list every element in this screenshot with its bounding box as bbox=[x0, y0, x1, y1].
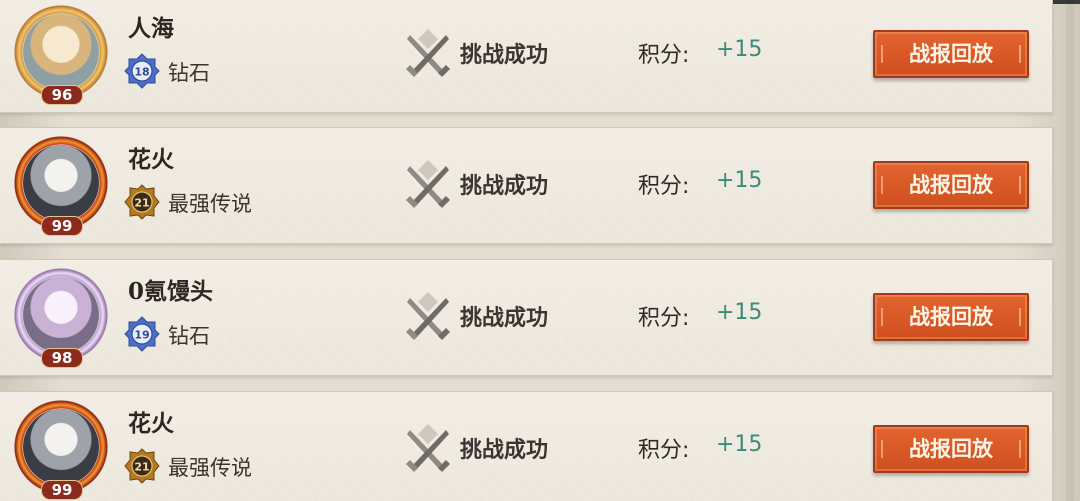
portrait-image bbox=[23, 276, 99, 353]
battle-result: 挑战成功 bbox=[460, 305, 549, 331]
rank-name: 钻石 bbox=[168, 324, 210, 348]
player-avatar[interactable]: 96 bbox=[14, 4, 108, 105]
score-value: +15 bbox=[716, 300, 763, 325]
player-name: 花火 bbox=[128, 410, 174, 437]
battle-record-screen: 96 人海 18 钻石 挑战成功 积分: +15 战报回放 99 花火 21 最… bbox=[0, 0, 1080, 501]
rank-name: 最强传说 bbox=[168, 192, 252, 216]
portrait-image bbox=[23, 144, 99, 221]
battle-replay-button[interactable]: 战报回放 bbox=[873, 161, 1029, 209]
rank-number: 18 bbox=[134, 66, 149, 79]
player-level-badge: 99 bbox=[41, 479, 83, 500]
player-level-badge: 99 bbox=[41, 215, 83, 236]
crossed-swords-icon bbox=[406, 29, 450, 77]
battle-replay-button[interactable]: 战报回放 bbox=[873, 30, 1029, 78]
score-value: +15 bbox=[716, 37, 763, 62]
player-avatar[interactable]: 99 bbox=[14, 399, 108, 500]
portrait-image bbox=[23, 408, 99, 485]
score-value: +15 bbox=[716, 168, 763, 193]
battle-result: 挑战成功 bbox=[460, 437, 549, 463]
player-level-badge: 96 bbox=[41, 84, 83, 105]
score-label: 积分: bbox=[638, 43, 690, 68]
rank-name: 最强传说 bbox=[168, 456, 252, 480]
battle-replay-button[interactable]: 战报回放 bbox=[873, 425, 1029, 473]
rank-number: 19 bbox=[134, 329, 149, 342]
portrait-image bbox=[23, 13, 99, 90]
scrollbar[interactable] bbox=[1066, 0, 1074, 501]
score-label: 积分: bbox=[638, 438, 690, 463]
battle-result: 挑战成功 bbox=[460, 173, 549, 199]
diamond-rank-icon: 18 bbox=[124, 53, 160, 89]
battle-replay-button[interactable]: 战报回放 bbox=[873, 293, 1029, 341]
battle-result: 挑战成功 bbox=[460, 42, 549, 68]
record-row: 96 人海 18 钻石 挑战成功 积分: +15 战报回放 bbox=[0, 0, 1053, 113]
legend-rank-icon: 21 bbox=[124, 448, 160, 484]
rank-number: 21 bbox=[134, 461, 149, 474]
score-label: 积分: bbox=[638, 306, 690, 331]
rank-name: 钻石 bbox=[168, 61, 210, 85]
player-name: 人海 bbox=[128, 15, 174, 42]
record-row: 99 花火 21 最强传说 挑战成功 积分: +15 战报回放 bbox=[0, 391, 1053, 501]
diamond-rank-icon: 19 bbox=[124, 316, 160, 352]
player-level-badge: 98 bbox=[41, 347, 83, 368]
score-label: 积分: bbox=[638, 174, 690, 199]
rank-number: 21 bbox=[134, 197, 149, 210]
player-avatar[interactable]: 99 bbox=[14, 135, 108, 236]
legend-rank-icon: 21 bbox=[124, 184, 160, 220]
player-avatar[interactable]: 98 bbox=[14, 267, 108, 368]
crossed-swords-icon bbox=[406, 160, 450, 208]
crossed-swords-icon bbox=[406, 424, 450, 472]
player-name: 0氪馒头 bbox=[128, 278, 214, 305]
crossed-swords-icon bbox=[406, 292, 450, 340]
record-row: 98 0氪馒头 19 钻石 挑战成功 积分: +15 战报回放 bbox=[0, 259, 1053, 376]
score-value: +15 bbox=[716, 432, 763, 457]
record-row: 99 花火 21 最强传说 挑战成功 积分: +15 战报回放 bbox=[0, 127, 1053, 244]
player-name: 花火 bbox=[128, 146, 174, 173]
